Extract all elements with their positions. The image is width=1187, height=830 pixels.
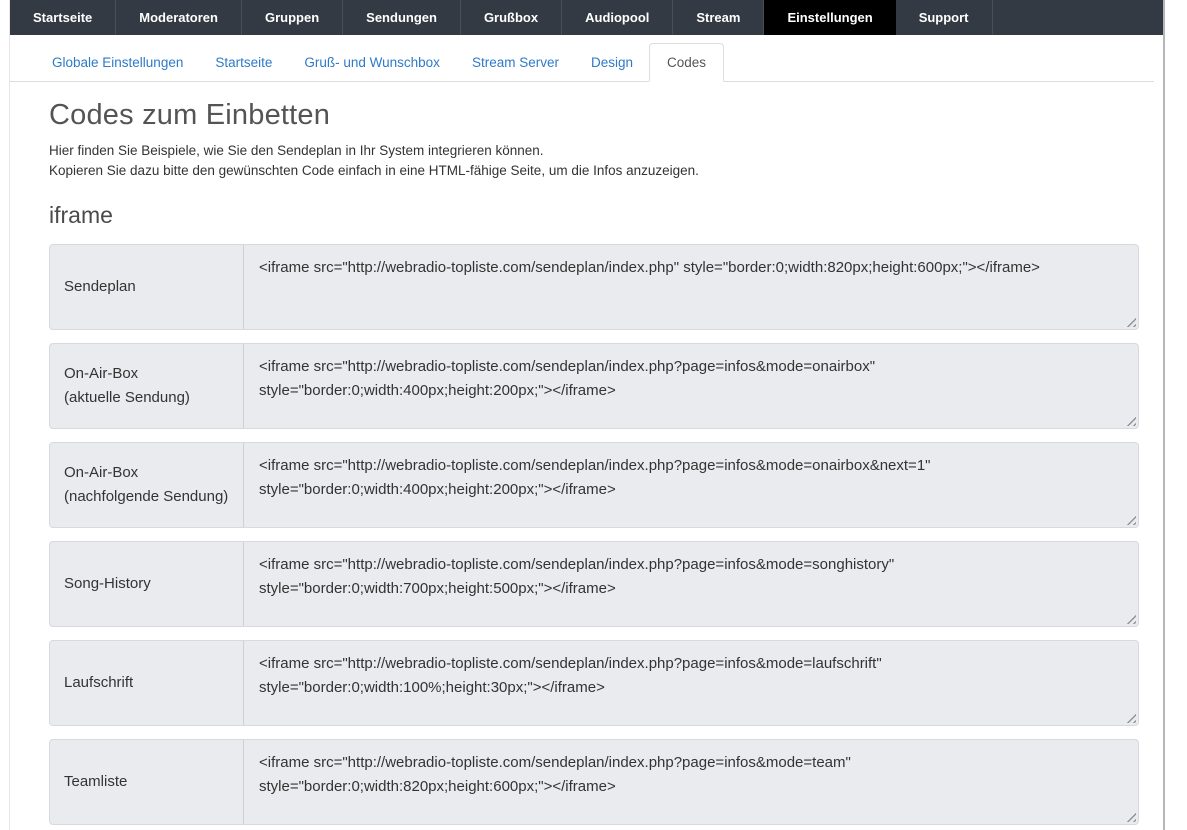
row-code-cell: <iframe src="http://webradio-topliste.co…: [244, 542, 1138, 626]
row-label: Sendeplan: [50, 245, 244, 329]
tab-startseite[interactable]: Startseite: [199, 44, 288, 81]
row-label: Song-History: [50, 542, 244, 626]
row-label: On-Air-Box (aktuelle Sendung): [50, 344, 244, 428]
tab-design[interactable]: Design: [575, 44, 649, 81]
tab-gruss-und-wunschbox[interactable]: Gruß- und Wunschbox: [288, 44, 456, 81]
intro-line-2: Kopieren Sie dazu bitte den gewünschten …: [49, 161, 1139, 181]
code-textarea-onairbox-nachfolgend[interactable]: <iframe src="http://webradio-topliste.co…: [244, 443, 1138, 527]
nav-item-stream[interactable]: Stream: [673, 0, 764, 35]
code-textarea-onairbox-aktuell[interactable]: <iframe src="http://webradio-topliste.co…: [244, 344, 1138, 428]
row-code-cell: <iframe src="http://webradio-topliste.co…: [244, 245, 1138, 329]
intro-line-1: Hier finden Sie Beispiele, wie Sie den S…: [49, 141, 1139, 161]
nav-item-support[interactable]: Support: [896, 0, 993, 35]
code-row-onairbox-aktuell: On-Air-Box (aktuelle Sendung) <iframe sr…: [49, 343, 1139, 429]
page-title: Codes zum Einbetten: [49, 99, 1139, 132]
scrollbar-track[interactable]: [1163, 0, 1187, 830]
nav-item-startseite[interactable]: Startseite: [10, 0, 116, 35]
row-code-cell: <iframe src="http://webradio-topliste.co…: [244, 443, 1138, 527]
row-label: Laufschrift: [50, 641, 244, 725]
nav-item-audiopool[interactable]: Audiopool: [562, 0, 673, 35]
main-content: Codes zum Einbetten Hier finden Sie Beis…: [10, 99, 1164, 825]
tab-stream-server[interactable]: Stream Server: [456, 44, 575, 81]
intro-text: Hier finden Sie Beispiele, wie Sie den S…: [49, 141, 1139, 181]
nav-item-einstellungen[interactable]: Einstellungen: [764, 0, 895, 35]
code-row-laufschrift: Laufschrift <iframe src="http://webradio…: [49, 640, 1139, 726]
nav-item-sendungen[interactable]: Sendungen: [343, 0, 461, 35]
row-code-cell: <iframe src="http://webradio-topliste.co…: [244, 740, 1138, 824]
section-title-iframe: iframe: [49, 202, 1139, 229]
code-row-songhistory: Song-History <iframe src="http://webradi…: [49, 541, 1139, 627]
row-label: Teamliste: [50, 740, 244, 824]
nav-item-gruppen[interactable]: Gruppen: [242, 0, 343, 35]
code-textarea-laufschrift[interactable]: <iframe src="http://webradio-topliste.co…: [244, 641, 1138, 725]
settings-tab-bar: Globale Einstellungen Startseite Gruß- u…: [10, 35, 1154, 82]
tab-globale-einstellungen[interactable]: Globale Einstellungen: [36, 44, 199, 81]
code-rows: Sendeplan <iframe src="http://webradio-t…: [49, 244, 1139, 825]
row-label: On-Air-Box (nachfolgende Sendung): [50, 443, 244, 527]
nav-item-moderatoren[interactable]: Moderatoren: [116, 0, 242, 35]
code-textarea-sendeplan[interactable]: <iframe src="http://webradio-topliste.co…: [244, 245, 1138, 329]
row-code-cell: <iframe src="http://webradio-topliste.co…: [244, 344, 1138, 428]
code-row-sendeplan: Sendeplan <iframe src="http://webradio-t…: [49, 244, 1139, 330]
code-row-teamliste: Teamliste <iframe src="http://webradio-t…: [49, 739, 1139, 825]
row-code-cell: <iframe src="http://webradio-topliste.co…: [244, 641, 1138, 725]
nav-item-grussbox[interactable]: Grußbox: [461, 0, 562, 35]
code-row-onairbox-nachfolgend: On-Air-Box (nachfolgende Sendung) <ifram…: [49, 442, 1139, 528]
nav-filler: [993, 0, 1164, 35]
tab-codes[interactable]: Codes: [649, 43, 724, 82]
code-textarea-teamliste[interactable]: <iframe src="http://webradio-topliste.co…: [244, 740, 1138, 824]
page-container: Startseite Moderatoren Gruppen Sendungen…: [9, 0, 1164, 830]
code-textarea-songhistory[interactable]: <iframe src="http://webradio-topliste.co…: [244, 542, 1138, 626]
top-navigation: Startseite Moderatoren Gruppen Sendungen…: [10, 0, 1164, 35]
